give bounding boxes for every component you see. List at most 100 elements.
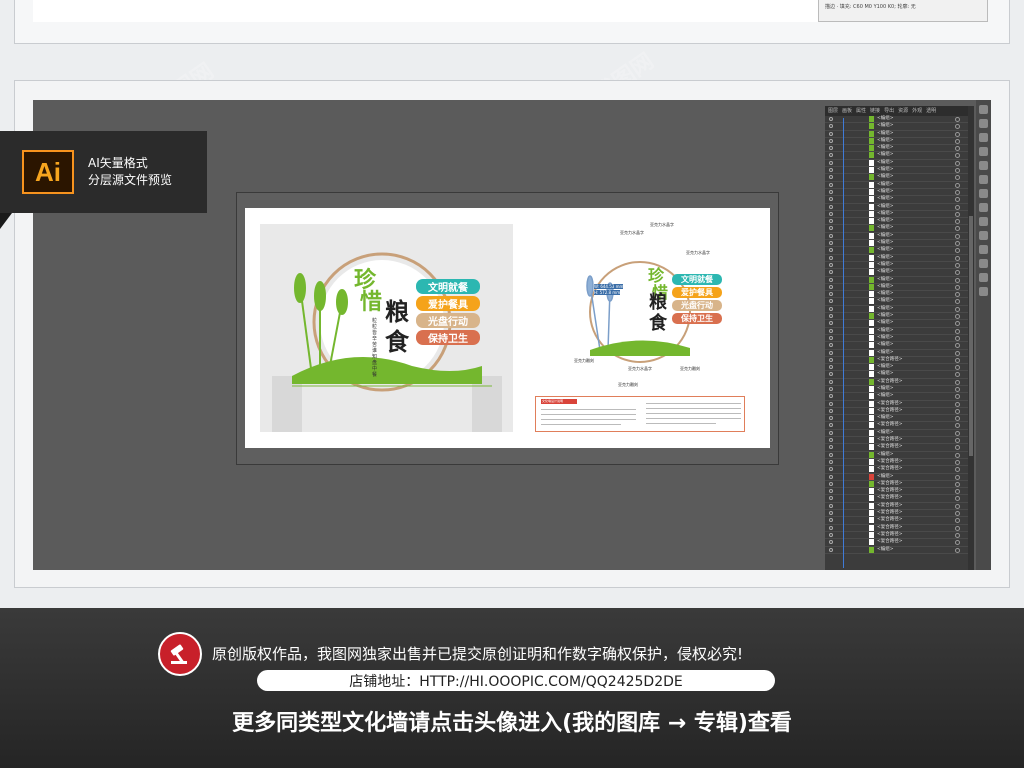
visibility-eye-icon[interactable] bbox=[829, 511, 833, 516]
visibility-eye-icon[interactable] bbox=[829, 489, 833, 494]
visibility-eye-icon[interactable] bbox=[829, 365, 833, 370]
layer-row[interactable]: <复合路径> bbox=[825, 495, 970, 503]
visibility-eye-icon[interactable] bbox=[829, 503, 833, 508]
visibility-eye-icon[interactable] bbox=[829, 459, 833, 464]
layer-row[interactable]: <编组> bbox=[825, 254, 970, 262]
visibility-eye-icon[interactable] bbox=[829, 350, 833, 355]
layer-row[interactable]: <复合路径> bbox=[825, 356, 970, 365]
target-circle-icon[interactable] bbox=[955, 452, 960, 458]
layer-row[interactable]: <编组> bbox=[825, 349, 970, 357]
visibility-eye-icon[interactable] bbox=[829, 175, 833, 180]
layers-tab[interactable]: 资源 bbox=[898, 107, 908, 115]
target-circle-icon[interactable] bbox=[955, 445, 960, 451]
target-circle-icon[interactable] bbox=[955, 386, 960, 392]
layer-row[interactable]: <复合路径> bbox=[825, 517, 970, 525]
target-circle-icon[interactable] bbox=[955, 124, 960, 130]
visibility-eye-icon[interactable] bbox=[829, 379, 833, 384]
target-circle-icon[interactable] bbox=[955, 182, 960, 188]
panel-tool-icon[interactable] bbox=[979, 245, 988, 254]
target-circle-icon[interactable] bbox=[955, 233, 960, 239]
visibility-eye-icon[interactable] bbox=[829, 343, 833, 348]
layer-row[interactable]: <编组> bbox=[825, 247, 970, 255]
target-circle-icon[interactable] bbox=[955, 423, 960, 429]
visibility-eye-icon[interactable] bbox=[829, 525, 833, 530]
target-circle-icon[interactable] bbox=[955, 328, 960, 334]
visibility-eye-icon[interactable] bbox=[829, 241, 833, 246]
layer-row[interactable]: <编组> bbox=[825, 196, 970, 204]
panel-tool-icon[interactable] bbox=[979, 273, 988, 282]
layer-row[interactable]: <编组> bbox=[825, 167, 970, 175]
layer-row[interactable]: <复合路径> bbox=[825, 502, 970, 511]
layer-row[interactable]: <编组> bbox=[825, 203, 970, 211]
target-circle-icon[interactable] bbox=[955, 343, 960, 349]
shop-address-link[interactable]: 店铺地址：HTTP://HI.OOOPIC.COM/QQ2425D2DE bbox=[257, 670, 775, 691]
layers-tab[interactable]: 导出 bbox=[884, 107, 894, 115]
visibility-eye-icon[interactable] bbox=[829, 335, 833, 340]
visibility-eye-icon[interactable] bbox=[829, 211, 833, 216]
layer-row[interactable]: <编组> bbox=[825, 283, 970, 292]
target-circle-icon[interactable] bbox=[955, 481, 960, 487]
target-circle-icon[interactable] bbox=[955, 277, 960, 283]
layer-row[interactable]: <复合路径> bbox=[825, 466, 970, 474]
layer-row[interactable]: <编组> bbox=[825, 188, 970, 197]
target-circle-icon[interactable] bbox=[955, 138, 960, 144]
panel-tool-icon[interactable] bbox=[979, 231, 988, 240]
visibility-eye-icon[interactable] bbox=[829, 408, 833, 413]
layer-row[interactable]: <编组> bbox=[825, 145, 970, 153]
target-circle-icon[interactable] bbox=[955, 255, 960, 261]
target-circle-icon[interactable] bbox=[955, 416, 960, 422]
target-circle-icon[interactable] bbox=[955, 540, 960, 546]
target-circle-icon[interactable] bbox=[955, 525, 960, 531]
visibility-eye-icon[interactable] bbox=[829, 292, 833, 297]
target-circle-icon[interactable] bbox=[955, 117, 960, 122]
layer-row[interactable]: <编组> bbox=[825, 174, 970, 182]
layer-row[interactable]: <编组> bbox=[825, 320, 970, 328]
target-circle-icon[interactable] bbox=[955, 292, 960, 298]
target-circle-icon[interactable] bbox=[955, 189, 960, 195]
layer-row[interactable]: <编组> bbox=[825, 123, 970, 131]
target-circle-icon[interactable] bbox=[955, 299, 960, 305]
target-circle-icon[interactable] bbox=[955, 284, 960, 290]
layer-row[interactable]: <编组> bbox=[825, 393, 970, 401]
target-circle-icon[interactable] bbox=[955, 160, 960, 166]
visibility-eye-icon[interactable] bbox=[829, 481, 833, 486]
layers-scrollbar[interactable] bbox=[968, 106, 974, 570]
target-circle-icon[interactable] bbox=[955, 153, 960, 159]
target-circle-icon[interactable] bbox=[955, 357, 960, 363]
visibility-eye-icon[interactable] bbox=[829, 518, 833, 523]
layer-row[interactable]: <复合路径> bbox=[825, 400, 970, 408]
target-circle-icon[interactable] bbox=[955, 459, 960, 465]
layer-row[interactable]: <编组> bbox=[825, 451, 970, 459]
target-circle-icon[interactable] bbox=[955, 518, 960, 524]
target-circle-icon[interactable] bbox=[955, 511, 960, 517]
layer-row[interactable]: <复合路径> bbox=[825, 378, 970, 386]
target-circle-icon[interactable] bbox=[955, 241, 960, 247]
target-circle-icon[interactable] bbox=[955, 365, 960, 371]
target-circle-icon[interactable] bbox=[955, 335, 960, 341]
visibility-eye-icon[interactable] bbox=[829, 270, 833, 275]
layer-row[interactable]: <编组> bbox=[825, 429, 970, 438]
layer-row[interactable]: <编组> bbox=[825, 116, 970, 124]
target-circle-icon[interactable] bbox=[955, 496, 960, 502]
target-circle-icon[interactable] bbox=[955, 489, 960, 495]
target-circle-icon[interactable] bbox=[955, 503, 960, 509]
visibility-eye-icon[interactable] bbox=[829, 219, 833, 224]
target-circle-icon[interactable] bbox=[955, 532, 960, 538]
panel-tool-icon[interactable] bbox=[979, 287, 988, 296]
visibility-eye-icon[interactable] bbox=[829, 474, 833, 479]
target-circle-icon[interactable] bbox=[955, 306, 960, 312]
visibility-eye-icon[interactable] bbox=[829, 277, 833, 282]
layer-row[interactable]: <编组> bbox=[825, 342, 970, 350]
target-circle-icon[interactable] bbox=[955, 467, 960, 473]
visibility-eye-icon[interactable] bbox=[829, 394, 833, 399]
layer-row[interactable]: <编组> bbox=[825, 261, 970, 270]
visibility-eye-icon[interactable] bbox=[829, 532, 833, 537]
layer-row[interactable]: <编组> bbox=[825, 225, 970, 233]
layers-scroll-thumb[interactable] bbox=[969, 216, 973, 456]
layer-row[interactable]: <编组> bbox=[825, 137, 970, 146]
panel-toolstrip[interactable] bbox=[976, 100, 991, 570]
visibility-eye-icon[interactable] bbox=[829, 328, 833, 333]
visibility-eye-icon[interactable] bbox=[829, 168, 833, 173]
target-circle-icon[interactable] bbox=[955, 262, 960, 268]
visibility-eye-icon[interactable] bbox=[829, 401, 833, 406]
